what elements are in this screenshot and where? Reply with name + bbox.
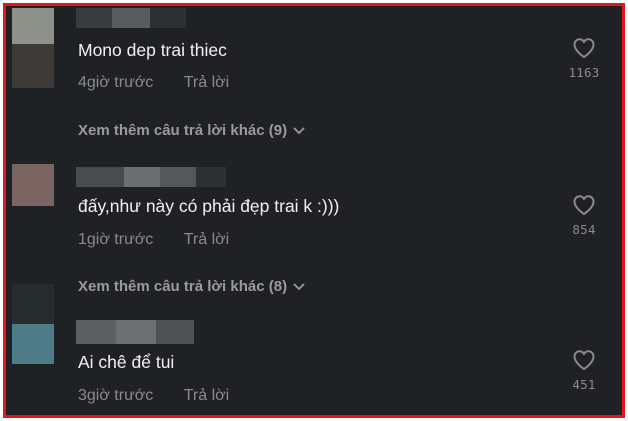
heart-icon (573, 350, 595, 370)
username-blurred[interactable] (76, 167, 226, 187)
comment-text: Mono dep trai thiec (78, 40, 227, 60)
reply-button[interactable]: Trả lời (184, 387, 229, 405)
view-more-replies-label: Xem thêm câu trả lời khác (9) (78, 122, 288, 139)
like-button[interactable]: 451 (559, 349, 609, 392)
comment-text: Ai chê để tui (78, 352, 175, 372)
like-button[interactable]: 1163 (559, 37, 609, 80)
view-more-replies[interactable]: Xem thêm câu trả lời khác (9) (78, 122, 305, 139)
comment-text: đấy,như này có phải đẹp trai k :))) (78, 196, 340, 216)
heart-icon (573, 195, 595, 215)
comment-time: 1giờ trước (78, 231, 154, 248)
like-button[interactable]: 854 (559, 194, 609, 237)
view-more-replies-label: Xem thêm câu trả lời khác (8) (78, 278, 288, 295)
comment-meta: 1giờ trước Trả lời (78, 231, 229, 249)
comment-meta: 4giờ trước Trả lời (78, 74, 229, 92)
like-count: 854 (572, 222, 596, 237)
comment-meta: 3giờ trước Trả lời (78, 387, 229, 405)
like-count: 451 (572, 377, 596, 392)
chevron-down-icon (293, 283, 305, 290)
avatar[interactable] (12, 164, 54, 206)
comment-time: 4giờ trước (78, 74, 154, 91)
like-count: 1163 (568, 65, 600, 80)
avatar[interactable] (12, 8, 54, 88)
reply-button[interactable]: Trả lời (184, 74, 229, 92)
comments-panel: Mono dep trai thiec 4giờ trước Trả lời 1… (3, 3, 625, 418)
avatar[interactable] (12, 284, 54, 364)
view-more-replies[interactable]: Xem thêm câu trả lời khác (8) (78, 278, 305, 295)
chevron-down-icon (293, 127, 305, 134)
reply-button[interactable]: Trả lời (184, 231, 229, 249)
heart-icon (573, 38, 595, 58)
username-blurred[interactable] (76, 8, 186, 28)
comment-time: 3giờ trước (78, 387, 154, 404)
username-blurred[interactable] (76, 320, 194, 344)
